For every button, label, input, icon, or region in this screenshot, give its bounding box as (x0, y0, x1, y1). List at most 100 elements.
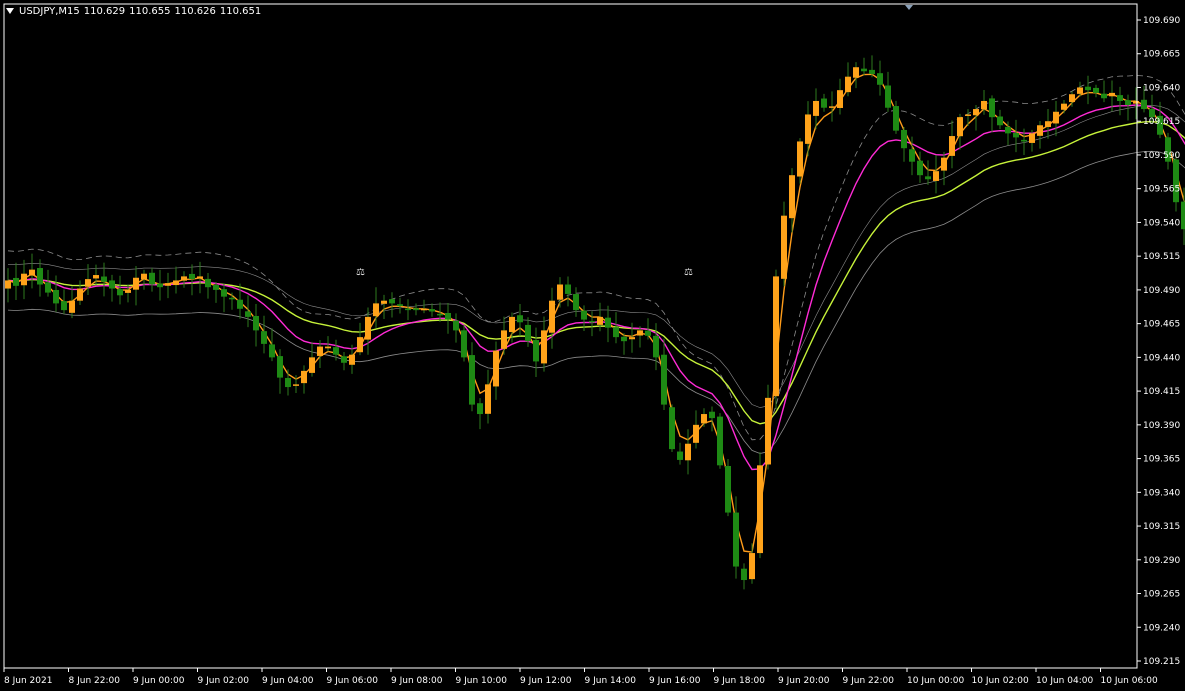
candle-body[interactable] (701, 414, 707, 424)
candle-body[interactable] (445, 312, 451, 320)
candle-body[interactable] (685, 443, 691, 461)
candle-body[interactable] (517, 315, 523, 323)
candle-body[interactable] (13, 277, 19, 286)
candle-body[interactable] (229, 297, 235, 300)
candle-body[interactable] (645, 330, 651, 336)
candle-body[interactable] (605, 317, 611, 328)
candle-body[interactable] (5, 280, 11, 289)
candle-body[interactable] (733, 512, 739, 567)
candle-body[interactable] (45, 282, 51, 293)
candle-body[interactable] (29, 269, 35, 276)
candle-body[interactable] (1029, 133, 1035, 143)
candle-body[interactable] (1101, 93, 1107, 99)
candle-body[interactable] (245, 311, 251, 317)
candle-body[interactable] (461, 330, 467, 358)
candle-body[interactable] (677, 451, 683, 460)
candle-body[interactable] (557, 284, 563, 300)
candle-body[interactable] (581, 310, 587, 320)
candle-body[interactable] (181, 276, 187, 281)
candle-body[interactable] (125, 289, 131, 293)
candle-body[interactable] (749, 553, 755, 580)
candle-body[interactable] (509, 316, 515, 333)
candle-body[interactable] (765, 397, 771, 465)
candle-body[interactable] (317, 346, 323, 356)
candle-body[interactable] (237, 299, 243, 309)
candle-body[interactable] (885, 85, 891, 108)
candle-body[interactable] (525, 324, 531, 342)
candle-body[interactable] (1069, 94, 1075, 103)
candle-body[interactable] (293, 384, 299, 386)
candle-body[interactable] (725, 465, 731, 513)
dropdown-triangle-icon[interactable] (6, 8, 14, 14)
candle-body[interactable] (741, 568, 747, 581)
candle-body[interactable] (189, 273, 195, 280)
candle-body[interactable] (285, 377, 291, 388)
candle-body[interactable] (261, 331, 267, 344)
chart-header[interactable]: USDJPY,M15 110.629 110.655 110.626 110.651 (6, 6, 265, 17)
candle-body[interactable] (21, 273, 27, 286)
candle-body[interactable] (133, 277, 139, 290)
candle-body[interactable] (653, 335, 659, 358)
candle-body[interactable] (381, 300, 387, 304)
candle-body[interactable] (197, 276, 203, 279)
candle-body[interactable] (61, 301, 67, 311)
candle-body[interactable] (1133, 100, 1139, 104)
candle-body[interactable] (173, 280, 179, 286)
candle-body[interactable] (597, 316, 603, 325)
candle-body[interactable] (69, 300, 75, 313)
candle-body[interactable] (917, 160, 923, 176)
candle-body[interactable] (869, 69, 875, 74)
candle-body[interactable] (621, 336, 627, 342)
candle-body[interactable] (301, 370, 307, 384)
candle-body[interactable] (77, 288, 83, 301)
candle-body[interactable] (309, 357, 315, 373)
candle-body[interactable] (845, 76, 851, 93)
shift-marker-icon[interactable] (905, 5, 913, 10)
candle-body[interactable] (637, 330, 643, 336)
candle-body[interactable] (469, 355, 475, 405)
candle-body[interactable] (661, 354, 667, 405)
candle-body[interactable] (437, 313, 443, 316)
candle-body[interactable] (613, 327, 619, 338)
candle-body[interactable] (797, 141, 803, 177)
candle-body[interactable] (669, 407, 675, 450)
candle-body[interactable] (893, 106, 899, 131)
candle-body[interactable] (213, 285, 219, 290)
candle-body[interactable] (277, 356, 283, 378)
candle-body[interactable] (989, 98, 995, 118)
candle-body[interactable] (981, 100, 987, 110)
candle-body[interactable] (109, 280, 115, 289)
candle-body[interactable] (493, 350, 499, 387)
candle-body[interactable] (485, 384, 491, 414)
candle-body[interactable] (101, 276, 107, 282)
candle-body[interactable] (909, 149, 915, 162)
candle-body[interactable] (957, 117, 963, 137)
candle-body[interactable] (533, 340, 539, 362)
candle-body[interactable] (141, 273, 147, 280)
candle-body[interactable] (453, 320, 459, 331)
candle-body[interactable] (1013, 132, 1019, 138)
candle-body[interactable] (693, 424, 699, 443)
candle-body[interactable] (925, 176, 931, 180)
candle-body[interactable] (1061, 103, 1067, 110)
candle-body[interactable] (1109, 92, 1115, 97)
candle-body[interactable] (1077, 87, 1083, 94)
candle-body[interactable] (341, 356, 347, 363)
candle-body[interactable] (1045, 121, 1051, 127)
candle-body[interactable] (589, 320, 595, 323)
candle-body[interactable] (477, 403, 483, 415)
candle-body[interactable] (821, 98, 827, 108)
candle-body[interactable] (405, 308, 411, 311)
candle-body[interactable] (853, 67, 859, 78)
candle-body[interactable] (165, 283, 171, 286)
candle-body[interactable] (357, 337, 363, 353)
candle-body[interactable] (413, 308, 419, 311)
candle-body[interactable] (221, 289, 227, 297)
candle-body[interactable] (253, 315, 259, 331)
candle-body[interactable] (53, 289, 59, 304)
candle-body[interactable] (565, 284, 571, 294)
candle-body[interactable] (541, 330, 547, 364)
candle-body[interactable] (789, 175, 795, 219)
candle-body[interactable] (629, 337, 635, 340)
candle-body[interactable] (1173, 159, 1179, 203)
